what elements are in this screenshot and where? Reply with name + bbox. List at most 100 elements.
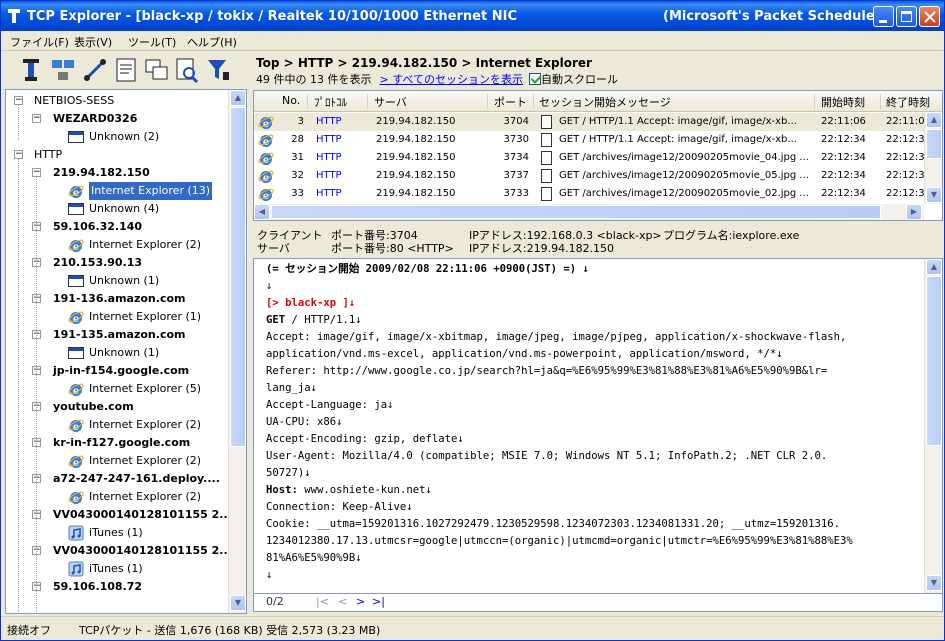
scroll-thumb[interactable] [926,276,942,446]
session-content[interactable]: (= セッション開始 2009/02/08 22:11:06 +0900(JST… [253,258,943,594]
close-button[interactable] [919,6,940,27]
row-port: 3733 [503,188,529,199]
tree-app[interactable]: iTunes (1) [6,560,230,578]
column-start-time[interactable]: 開始時刻 [821,94,865,110]
traffic-status: TCPパケット - 送信 1,676 (168 KB) 受信 2,573 (3.… [79,624,381,637]
tree-host[interactable]: −59.106.32.140 [6,218,230,236]
tree-app[interactable]: e Internet Explorer (2) [6,488,230,506]
autoscroll-checkbox[interactable] [529,73,541,85]
prev-page-button[interactable]: < [338,595,347,608]
tree-app[interactable]: Unknown (2) [6,128,230,146]
minimize-button[interactable] [873,6,894,27]
tree-host[interactable]: −191-136.amazon.com [6,290,230,308]
menu-tools[interactable]: ツール(T) [128,34,176,50]
maximize-button[interactable] [896,6,917,27]
row-protocol: HTTP [316,170,342,181]
scroll-up-button[interactable]: ▲ [926,259,942,275]
tree-host[interactable]: −59.106.108.72 [6,578,230,596]
tree-host[interactable]: − WEZARD0326 [6,110,230,128]
filter-icon[interactable] [204,56,232,84]
row-end-time: 22:12:3 [886,152,924,163]
tree-host[interactable]: −210.153.90.13 [6,254,230,272]
menu-file[interactable]: ファイル(F) [10,34,69,50]
menu-help[interactable]: ヘルプ(H) [187,34,237,50]
first-page-button[interactable]: |< [316,595,329,608]
table-row[interactable]: e 31 HTTP 219.94.182.150 3734 GET /archives/i… [254,149,924,167]
column-server[interactable]: サーバ [374,94,407,110]
scroll-down-button[interactable]: ▼ [926,575,942,591]
tree-host[interactable]: − jp-in-f154.google.com [6,362,230,380]
table-row[interactable]: e 33 HTTP 219.94.182.150 3733 GET /archives/i… [254,185,924,203]
window-app-icon [68,131,84,143]
table-row[interactable]: e 32 HTTP 219.94.182.150 3737 GET /archives/i… [254,167,924,185]
tree-host[interactable]: −219.94.182.150 [6,164,230,182]
find-icon[interactable] [173,56,201,84]
row-start-message: GET /archives/image12/20090205movie_05.j… [559,170,809,181]
window-icon[interactable] [143,56,171,84]
menu-view[interactable]: 表示(V) [74,34,112,50]
table-vertical-scrollbar[interactable]: ▲ ▼ [924,112,942,204]
show-all-sessions-link[interactable]: > すべてのセッションを表示 [379,73,523,86]
window-title-suffix: (Microsoft's Packet Schedule... [663,9,890,24]
tree-app-label: Internet Explorer (5) [89,382,202,395]
tree-vertical-scrollbar[interactable]: ▲ ▼ [228,90,246,613]
internet-explorer-icon: e [68,455,84,469]
row-server: 219.94.182.150 [376,134,456,145]
tree-app[interactable]: Unknown (4) [6,200,230,218]
row-server: 219.94.182.150 [376,152,456,163]
network-capture-icon[interactable] [17,56,45,84]
tree-app[interactable]: Unknown (1) [6,272,230,290]
end-arrow-line: ↓ [266,569,273,581]
internet-explorer-icon: e [68,419,84,433]
scroll-right-button[interactable]: ▶ [906,204,922,220]
tree-app[interactable]: iTunes (1) [6,524,230,542]
column-protocol[interactable]: ﾌﾟﾛﾄｺﾙ [314,94,347,110]
column-no[interactable]: No. [282,94,300,107]
tree-host[interactable]: − VV043000140128101155 2... [6,542,232,560]
collapse-icon[interactable]: − [32,114,41,123]
table-horizontal-scrollbar[interactable]: ◀ ▶ [254,204,924,220]
tree-app-label: Internet Explorer (2) [89,418,202,431]
page-indicator: 0/2 [266,595,284,608]
table-row[interactable]: e 28 HTTP 219.94.182.150 3730 GET / HTTP/1.1 … [254,131,924,149]
tree-app[interactable]: e Internet Explorer (1) [6,308,230,326]
table-row[interactable]: e 3 HTTP 219.94.182.150 3704 GET / HTTP/1.1 A… [254,113,924,131]
tree-app[interactable]: e Internet Explorer (13) [6,182,230,200]
session-tree[interactable]: − NETBIOS-SESS − WEZARD0326 Unknown (2) − HTTP… [5,89,247,614]
column-start-message[interactable]: セッション開始メッセージ [539,94,671,110]
tree-host[interactable]: − a72-247-247-161.deploy.... [6,470,230,488]
tree-app[interactable]: e Internet Explorer (2) [6,236,230,254]
tree-app[interactable]: Unknown (1) [6,344,230,362]
scroll-up-button[interactable]: ▲ [230,90,246,106]
last-page-button[interactable]: >| [372,595,385,608]
tree-host-label: jp-in-f154.google.com [53,364,190,377]
tree-app[interactable]: e Internet Explorer (2) [6,416,230,434]
scroll-thumb[interactable] [926,129,942,159]
tree-host[interactable]: − youtube.com [6,398,230,416]
header-line: Cookie: __utma=159201316.1027292479.1230… [266,518,841,530]
internet-explorer-icon: e [258,134,274,148]
header-line: lang_ja↓ [266,382,318,394]
tree-host[interactable]: − kr-in-f127.google.com [6,434,230,452]
scroll-up-button[interactable]: ▲ [926,112,942,128]
connect-icon[interactable] [81,56,109,84]
column-port[interactable]: ポート [494,94,527,110]
scroll-down-button[interactable]: ▼ [230,595,246,611]
itunes-icon [68,525,84,541]
packet-icon[interactable] [49,56,77,84]
title-bar[interactable]: TCP Explorer - [black-xp / tokix / Realt… [1,1,944,31]
tree-app[interactable]: e Internet Explorer (2) [6,452,230,470]
scroll-down-button[interactable]: ▼ [926,187,942,203]
log-icon[interactable] [113,56,141,84]
next-page-button[interactable]: > [356,595,365,608]
column-end-time[interactable]: 終了時刻 [886,94,930,110]
content-vertical-scrollbar[interactable]: ▲ ▼ [924,259,942,593]
scroll-thumb[interactable] [271,205,881,219]
tree-host[interactable]: − VV043000140128101155 2... [6,506,232,524]
scroll-left-button[interactable]: ◀ [254,204,270,220]
tree-host[interactable]: −191-135.amazon.com [6,326,230,344]
scroll-thumb[interactable] [230,107,246,447]
tree-app[interactable]: e Internet Explorer (5) [6,380,230,398]
tree-group[interactable]: − NETBIOS-SESS [6,92,230,110]
tree-group[interactable]: − HTTP [6,146,230,164]
